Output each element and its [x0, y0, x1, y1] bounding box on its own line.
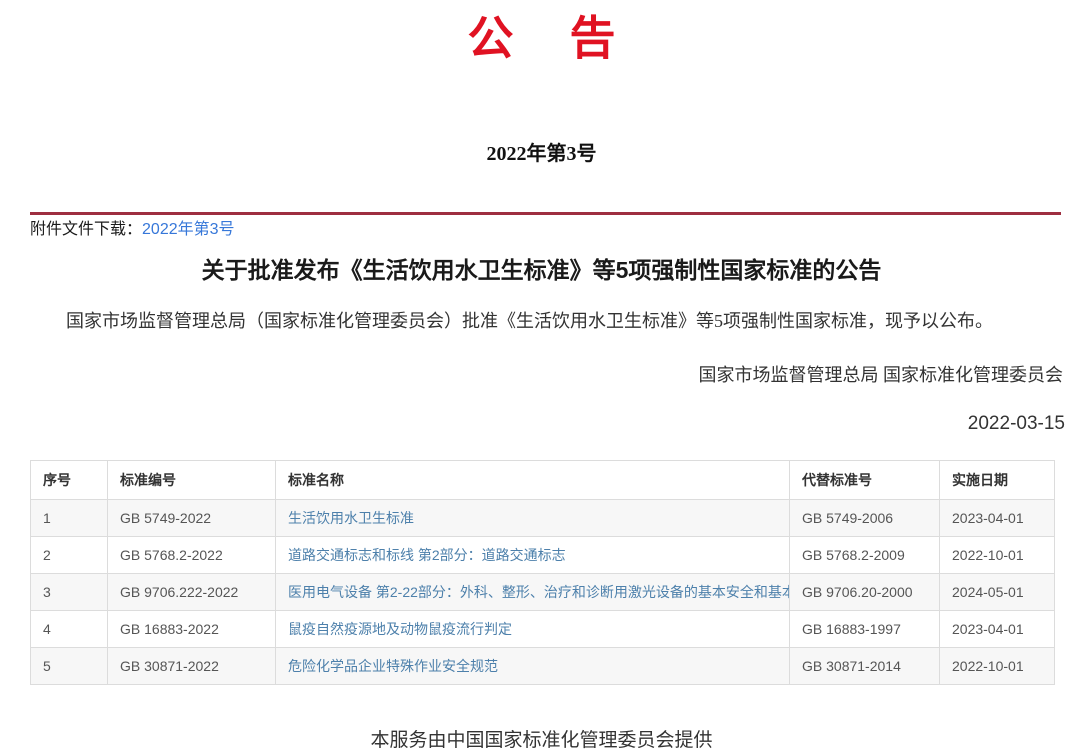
standard-name-link[interactable]: 道路交通标志和标线 第2部分：道路交通标志 [288, 547, 566, 563]
cell-impl-date: 2022-10-01 [940, 536, 1055, 573]
table-row: 2 GB 5768.2-2022 道路交通标志和标线 第2部分：道路交通标志 G… [31, 536, 1055, 573]
cell-seq: 3 [31, 573, 108, 610]
header-standard-name: 标准名称 [276, 460, 790, 499]
cell-seq: 4 [31, 610, 108, 647]
cell-standard-no: GB 9706.222-2022 [108, 573, 276, 610]
cell-replaced-no: GB 16883-1997 [790, 610, 940, 647]
cell-standard-no: GB 5768.2-2022 [108, 536, 276, 573]
page-title: 公 告 [0, 0, 1083, 65]
cell-standard-name: 道路交通标志和标线 第2部分：道路交通标志 [276, 536, 790, 573]
cell-impl-date: 2024-05-01 [940, 573, 1055, 610]
notice-body: 国家市场监督管理总局（国家标准化管理委员会）批准《生活饮用水卫生标准》等5项强制… [30, 309, 1043, 333]
table-row: 5 GB 30871-2022 危险化学品企业特殊作业安全规范 GB 30871… [31, 647, 1055, 684]
cell-seq: 2 [31, 536, 108, 573]
cell-standard-no: GB 5749-2022 [108, 499, 276, 536]
cell-replaced-no: GB 9706.20-2000 [790, 573, 940, 610]
footer-note: 本服务由中国国家标准化管理委员会提供 [0, 725, 1083, 752]
notice-date: 2022-03-15 [0, 413, 1065, 435]
table-body: 1 GB 5749-2022 生活饮用水卫生标准 GB 5749-2006 20… [31, 499, 1055, 684]
cell-replaced-no: GB 30871-2014 [790, 647, 940, 684]
cell-standard-name: 鼠疫自然疫源地及动物鼠疫流行判定 [276, 610, 790, 647]
header-impl-date: 实施日期 [940, 460, 1055, 499]
standard-name-link[interactable]: 鼠疫自然疫源地及动物鼠疫流行判定 [288, 621, 512, 637]
cell-standard-no: GB 16883-2022 [108, 610, 276, 647]
standard-name-link[interactable]: 危险化学品企业特殊作业安全规范 [288, 658, 498, 674]
cell-impl-date: 2023-04-01 [940, 499, 1055, 536]
table-row: 4 GB 16883-2022 鼠疫自然疫源地及动物鼠疫流行判定 GB 1688… [31, 610, 1055, 647]
standards-table: 序号 标准编号 标准名称 代替标准号 实施日期 1 GB 5749-2022 生… [30, 460, 1055, 685]
divider-rule [30, 212, 1061, 215]
notice-heading: 关于批准发布《生活饮用水卫生标准》等5项强制性国家标准的公告 [30, 255, 1053, 285]
table-header-row: 序号 标准编号 标准名称 代替标准号 实施日期 [31, 460, 1055, 499]
cell-replaced-no: GB 5768.2-2009 [790, 536, 940, 573]
header-replaced-no: 代替标准号 [790, 460, 940, 499]
attachment-label: 附件文件下载： [30, 221, 142, 238]
table-row: 3 GB 9706.222-2022 医用电气设备 第2-22部分：外科、整形、… [31, 573, 1055, 610]
table-row: 1 GB 5749-2022 生活饮用水卫生标准 GB 5749-2006 20… [31, 499, 1055, 536]
cell-replaced-no: GB 5749-2006 [790, 499, 940, 536]
cell-standard-name: 生活饮用水卫生标准 [276, 499, 790, 536]
title-char-1: 公 [468, 14, 514, 65]
cell-standard-name: 医用电气设备 第2-22部分：外科、整形、治疗和诊断用激光设备的基本安全和基本性… [276, 573, 790, 610]
header-seq: 序号 [31, 460, 108, 499]
cell-impl-date: 2023-04-01 [940, 610, 1055, 647]
attachment-link[interactable]: 2022年第3号 [142, 221, 235, 238]
issue-number: 2022年第3号 [0, 137, 1083, 166]
issuer-line: 国家市场监督管理总局 国家标准化管理委员会 [0, 361, 1063, 387]
cell-standard-name: 危险化学品企业特殊作业安全规范 [276, 647, 790, 684]
cell-impl-date: 2022-10-01 [940, 647, 1055, 684]
standard-name-link[interactable]: 生活饮用水卫生标准 [288, 510, 414, 526]
attachment-row: 附件文件下载：2022年第3号 [30, 219, 1061, 241]
cell-seq: 5 [31, 647, 108, 684]
cell-seq: 1 [31, 499, 108, 536]
announcement-page: 公 告 2022年第3号 附件文件下载：2022年第3号 关于批准发布《生活饮用… [0, 0, 1083, 728]
title-char-2: 告 [570, 14, 616, 65]
cell-standard-no: GB 30871-2022 [108, 647, 276, 684]
standard-name-link[interactable]: 医用电气设备 第2-22部分：外科、整形、治疗和诊断用激光设备的基本安全和基本性… [288, 584, 790, 600]
header-standard-no: 标准编号 [108, 460, 276, 499]
